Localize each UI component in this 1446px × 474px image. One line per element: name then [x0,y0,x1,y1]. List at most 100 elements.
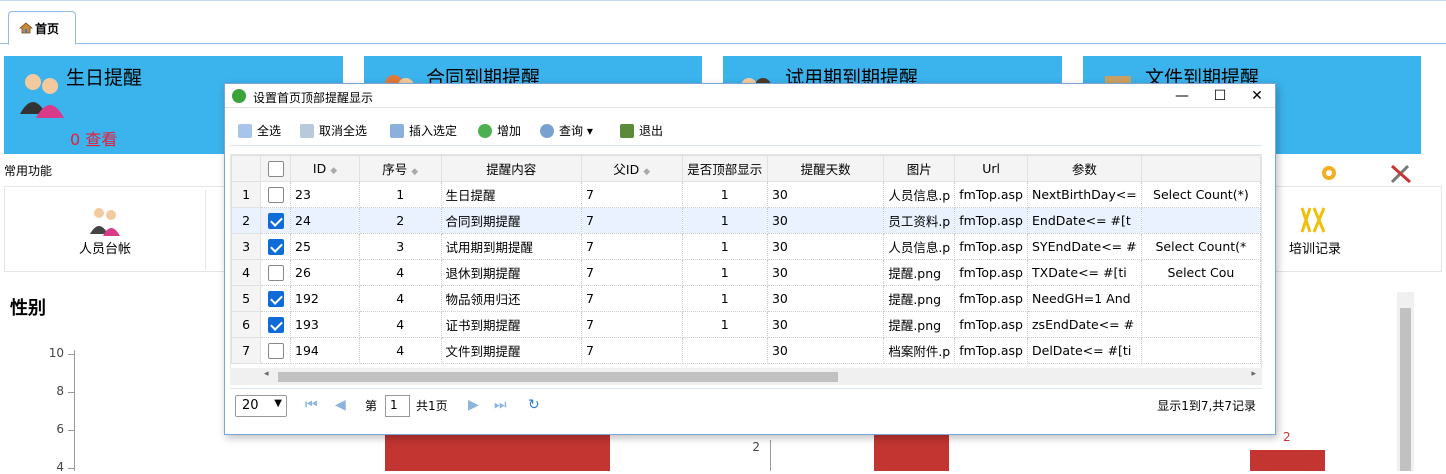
dialog-title: 设置首页顶部提醒显示 [253,91,374,105]
cell-image: 人员信息.p [883,233,956,260]
table-row[interactable]: 5 192 4 物品领用归还 7 1 30 提醒.png fmTop.asp NeedGH=1 A… [231,285,1261,312]
deselect-icon [300,124,314,138]
minimize-icon[interactable]: — [1165,86,1199,106]
column-header[interactable]: 是否顶部显示 [681,155,768,182]
cell-seq: 4 [359,259,442,286]
scroll-right-icon[interactable]: ▸ [1251,369,1256,379]
checkbox[interactable] [267,212,284,229]
page-input[interactable]: 1 [385,395,410,417]
cell-parent-id: 7 [581,181,683,208]
birthday-count-link[interactable]: 0 查看 [70,126,117,150]
table-row[interactable]: 3 25 3 试用期到期提醒 7 1 30 人员信息.p fmTop.asp SYEndDate<… [231,233,1261,260]
grid-hscrollbar[interactable]: ◂ ▸ [230,368,1262,385]
page-size-select[interactable]: 20 ▼ [235,395,287,417]
sort-icon: ◆ [643,167,651,177]
checkbox[interactable] [267,186,284,203]
cell-days: 30 [766,207,885,234]
cell-days: 30 [766,181,885,208]
cell-image: 人员信息.p [883,181,956,208]
cell-image: 提醒.png [883,285,956,312]
column-header[interactable]: 图片 [883,155,956,182]
cell-param: TXDate<= #[ti [1027,259,1142,286]
exit-button[interactable]: 退出 [620,122,663,139]
insert-selected-button[interactable]: 插入选定 [390,122,457,139]
cell-days: 30 [766,233,885,260]
tab-home[interactable]: 首页 [8,11,76,45]
row-number: 5 [231,285,262,312]
add-button[interactable]: 增加 [478,122,521,139]
settings-dialog: 设置首页顶部提醒显示 — ☐ ✕ 全选 取消全选 插入选定 增加 查询 ▾ 退出… [224,83,1276,435]
maximize-icon[interactable]: ☐ [1203,86,1237,106]
first-page-icon[interactable]: ⏮ [305,397,318,413]
cell-seq: 4 [359,337,442,364]
row-checkbox[interactable] [260,181,292,208]
quick-item-personnel[interactable]: 人员台帐 [60,186,150,257]
checkbox[interactable] [267,238,284,255]
checkbox[interactable] [267,264,284,281]
column-header[interactable]: 提醒内容 [440,155,583,182]
column-header[interactable]: Url [954,155,1028,182]
record-summary: 显示1到7,共7记录 [1157,399,1256,413]
scroll-thumb[interactable] [1400,308,1411,471]
row-checkbox[interactable] [260,337,292,364]
row-checkbox[interactable] [260,311,292,338]
select-all-button[interactable]: 全选 [238,122,281,139]
close-icon[interactable]: ✕ [1240,86,1274,106]
row-number-header [231,155,262,182]
table-row[interactable]: 2 24 2 合同到期提醒 7 1 30 员工资料.p fmTop.asp EndDate<= #… [231,207,1261,234]
checkbox[interactable] [267,316,284,333]
column-header[interactable]: 父ID ◆ [581,155,683,182]
column-header[interactable]: ID ◆ [290,155,360,182]
dialog-toolbar: 全选 取消全选 插入选定 增加 查询 ▾ 退出 [230,114,1262,146]
scroll-thumb[interactable] [278,372,838,382]
y-axis [74,350,75,471]
cell-id: 194 [290,337,360,364]
refresh-icon[interactable]: ↻ [528,397,540,413]
dialog-titlebar[interactable]: 设置首页顶部提醒显示 — ☐ ✕ [225,84,1275,108]
quick-item-training[interactable]: 培训记录 [1280,186,1350,257]
table-row[interactable]: 1 23 1 生日提醒 7 1 30 人员信息.p fmTop.asp NextBirthDay<… [231,181,1261,208]
deselect-all-button[interactable]: 取消全选 [300,122,367,139]
page-scrollbar[interactable] [1397,292,1414,471]
cell-url: fmTop.asp [954,337,1028,364]
cell-id: 193 [290,311,360,338]
row-checkbox[interactable] [260,285,292,312]
select-all-checkbox[interactable] [267,160,284,177]
query-button[interactable]: 查询 ▾ [540,122,593,139]
cell-top-display: 1 [681,311,768,338]
people-icon [20,74,64,118]
cell-top-display: 1 [681,207,768,234]
row-checkbox[interactable] [260,259,292,286]
table-row[interactable]: 7 194 4 文件到期提醒 7 30 档案附件.p fmTop.asp DelDate<= #… [231,337,1261,364]
checkbox[interactable] [267,290,284,307]
cell-content: 试用期到期提醒 [440,233,583,260]
cell-parent-id: 7 [581,233,683,260]
tools-icon[interactable] [1388,160,1414,186]
row-checkbox[interactable] [260,233,292,260]
gear-icon[interactable] [1318,162,1340,184]
tab-bar: 首页 [0,0,1446,45]
column-header[interactable] [1140,155,1261,182]
cell-url: fmTop.asp [954,285,1028,312]
cell-extra [1140,207,1261,234]
column-header[interactable]: 提醒天数 [766,155,885,182]
next-page-icon[interactable]: ▶ [468,397,479,413]
column-header[interactable]: 参数 [1027,155,1142,182]
cell-parent-id: 7 [581,207,683,234]
header-checkbox[interactable] [260,155,292,182]
last-page-icon[interactable]: ⏭ [494,397,507,413]
prev-page-icon[interactable]: ◀ [335,397,346,413]
cell-content: 物品领用归还 [440,285,583,312]
cell-url: fmTop.asp [954,311,1028,338]
column-header[interactable]: 序号 ◆ [359,155,442,182]
row-checkbox[interactable] [260,207,292,234]
cell-url: fmTop.asp [954,181,1028,208]
cell-param: NeedGH=1 And [1027,285,1142,312]
search-icon [540,124,554,138]
table-row[interactable]: 4 26 4 退休到期提醒 7 1 30 提醒.png fmTop.asp TXDate<= #[… [231,259,1261,286]
checkbox[interactable] [267,342,284,359]
table-row[interactable]: 6 193 4 证书到期提醒 7 1 30 提醒.png fmTop.asp zsEndDate<… [231,311,1261,338]
home-icon [19,22,33,34]
scroll-left-icon[interactable]: ◂ [264,369,269,379]
data-label: 2 [1283,430,1291,444]
